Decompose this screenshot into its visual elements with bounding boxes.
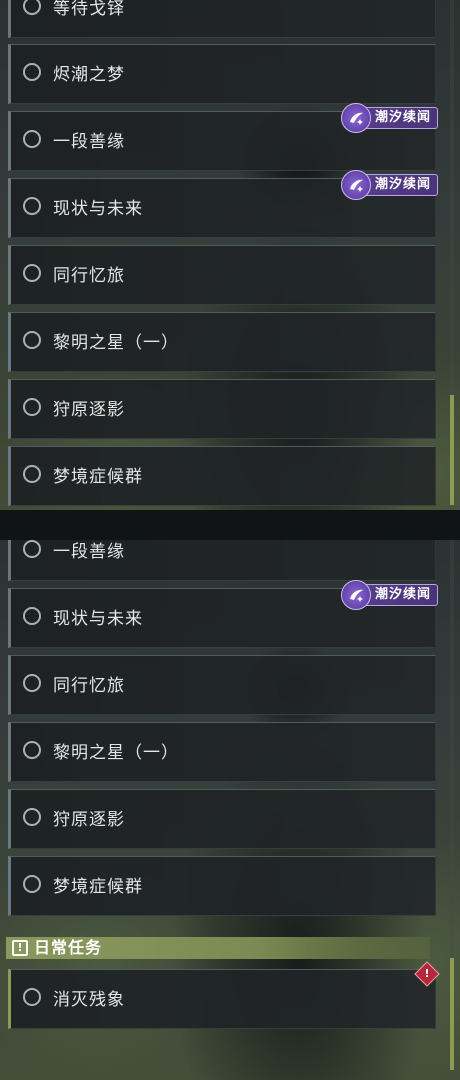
quest-row[interactable]: 黎明之星（一）	[8, 722, 436, 782]
quest-label: 狩原逐影	[53, 400, 125, 420]
radio-icon	[23, 465, 41, 483]
sparkle-icon	[340, 103, 371, 133]
quest-label: 同行忆旅	[53, 266, 125, 286]
scrollbar-thumb[interactable]	[450, 395, 454, 505]
quest-label: 消灭残象	[53, 990, 125, 1010]
quest-row-daily[interactable]: 消灭残象	[8, 969, 436, 1029]
quest-label: 等待戈铎	[53, 0, 125, 19]
quest-row[interactable]: 梦境症候群	[8, 446, 436, 506]
story-badge: 潮汐续闻	[340, 170, 438, 200]
story-badge-label: 潮汐续闻	[374, 110, 431, 125]
sparkle-icon	[340, 170, 371, 200]
quest-list-panel-bottom: 一段善缘 现状与未来 潮汐续闻 同行忆旅 黎明之星（一） 狩原逐影 梦境症候群 …	[0, 540, 460, 1080]
radio-icon	[23, 607, 41, 625]
quest-label: 黎明之星（一）	[53, 743, 179, 763]
radio-icon	[23, 331, 41, 349]
daily-section-title: 日常任务	[34, 938, 103, 957]
scrollbar-thumb[interactable]	[450, 958, 454, 1070]
radio-icon	[23, 741, 41, 759]
quest-label: 一段善缘	[53, 542, 125, 562]
quest-row[interactable]: 黎明之星（一）	[8, 312, 436, 372]
quest-label: 狩原逐影	[53, 810, 125, 830]
quest-row[interactable]: 同行忆旅	[8, 245, 436, 305]
quest-list-panel-top: 等待戈铎 烬潮之梦 一段善缘 潮汐续闻 现状与未来 潮汐续闻 同行忆旅 黎明之星…	[0, 0, 460, 510]
radio-icon	[23, 875, 41, 893]
story-badge-label: 潮汐续闻	[374, 587, 431, 602]
radio-icon	[23, 197, 41, 215]
quest-label: 黎明之星（一）	[53, 333, 179, 353]
story-badge: 潮汐续闻	[340, 103, 438, 133]
radio-icon	[23, 130, 41, 148]
quest-row[interactable]: 一段善缘	[8, 540, 436, 581]
radio-icon	[23, 674, 41, 692]
quest-label: 同行忆旅	[53, 676, 125, 696]
radio-icon	[23, 264, 41, 282]
story-badge: 潮汐续闻	[340, 580, 438, 610]
quest-label: 梦境症候群	[53, 467, 143, 487]
radio-icon	[23, 988, 41, 1006]
quest-row[interactable]: 烬潮之梦	[8, 44, 436, 104]
radio-icon	[23, 540, 41, 558]
quest-row[interactable]: 狩原逐影	[8, 379, 436, 439]
quest-label: 现状与未来	[53, 199, 143, 219]
exclamation-icon: !	[12, 940, 28, 956]
quest-label: 烬潮之梦	[53, 65, 125, 85]
radio-icon	[23, 398, 41, 416]
quest-label: 梦境症候群	[53, 877, 143, 897]
daily-section-header[interactable]: ! 日常任务	[6, 937, 430, 959]
quest-row[interactable]: 狩原逐影	[8, 789, 436, 849]
quest-label: 现状与未来	[53, 609, 143, 629]
radio-icon	[23, 808, 41, 826]
radio-icon	[23, 63, 41, 81]
radio-icon	[23, 0, 41, 15]
sparkle-icon	[340, 580, 371, 610]
quest-row[interactable]: 等待戈铎	[8, 0, 436, 38]
quest-row[interactable]: 梦境症候群	[8, 856, 436, 916]
quest-label: 一段善缘	[53, 132, 125, 152]
panel-divider	[0, 510, 460, 540]
story-badge-label: 潮汐续闻	[374, 177, 431, 192]
quest-row[interactable]: 同行忆旅	[8, 655, 436, 715]
